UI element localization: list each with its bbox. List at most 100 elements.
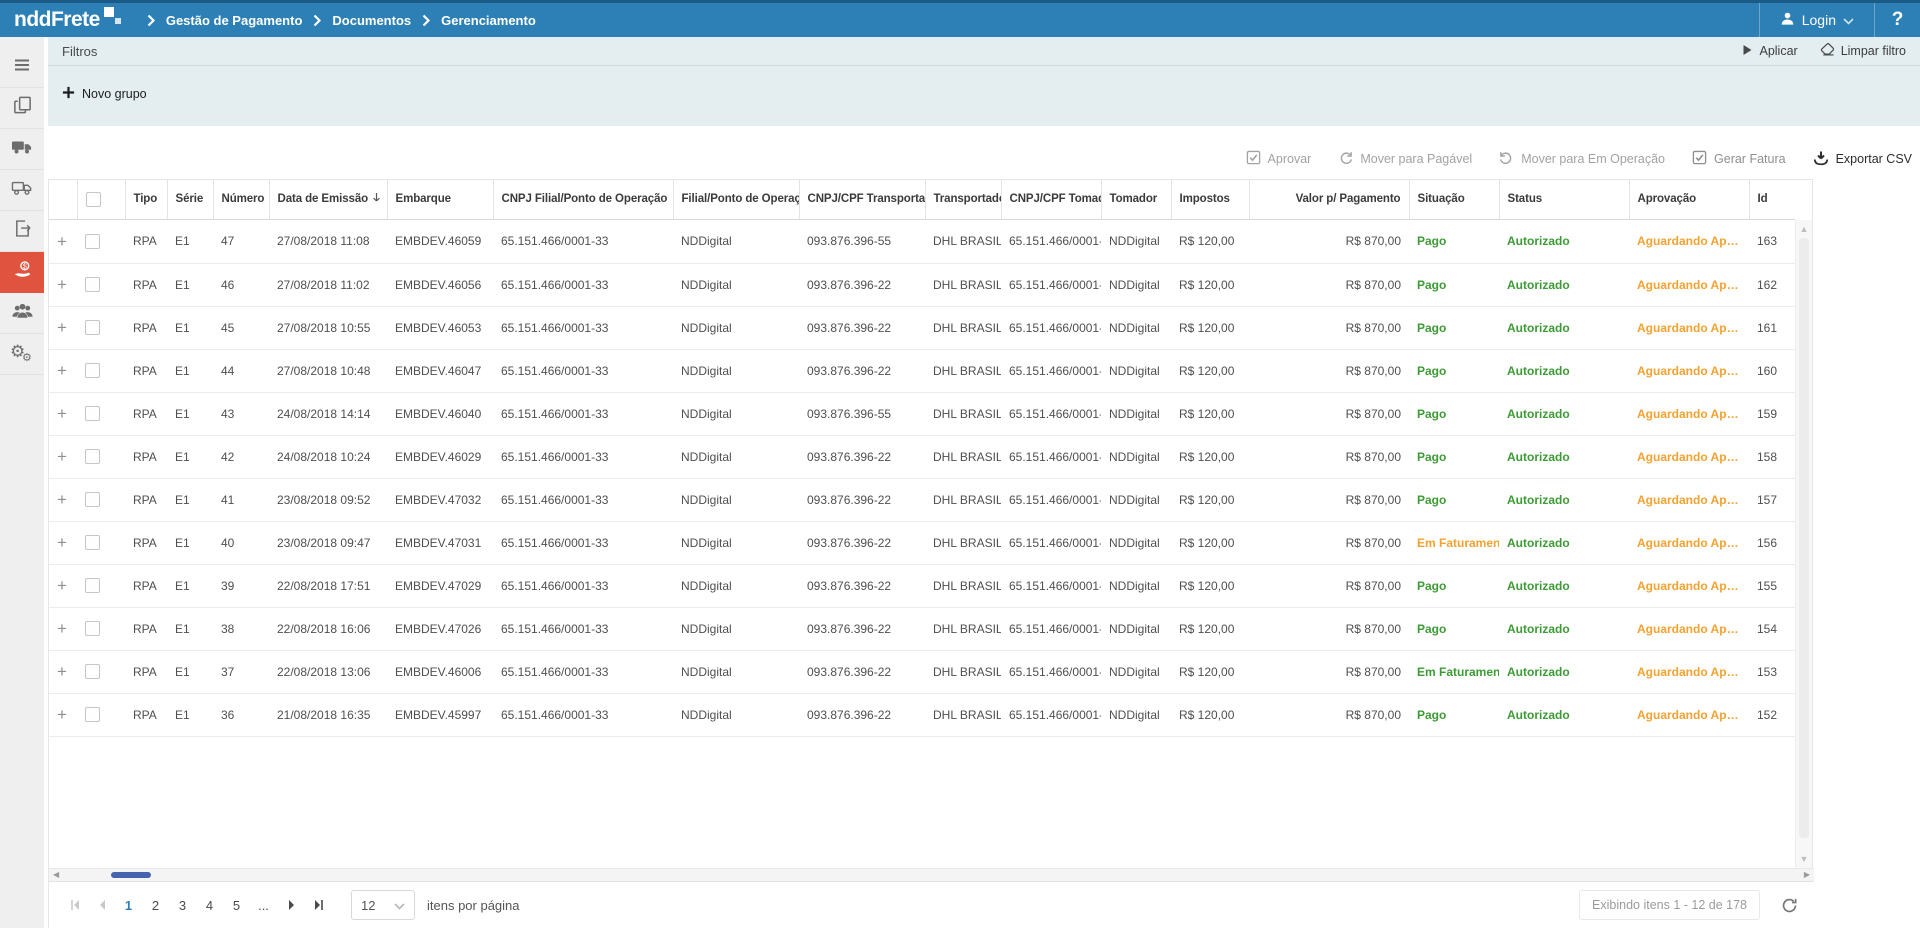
last-page-button[interactable] <box>304 892 331 919</box>
select-all-checkbox[interactable] <box>86 192 101 207</box>
page-button-1[interactable]: 1 <box>115 892 142 919</box>
expand-row-icon[interactable]: + <box>57 447 67 466</box>
sidebar-item-settings[interactable]: ⚙⚙ <box>0 334 44 375</box>
page-button-4[interactable]: 4 <box>196 892 223 919</box>
login-menu[interactable]: Login <box>1759 3 1874 37</box>
column-header-impostos[interactable]: Impostos <box>1171 180 1249 220</box>
table-row[interactable]: + RPA E1 43 24/08/2018 14:14 EMBDEV.4604… <box>49 392 1795 435</box>
column-header-valor-pagamento[interactable]: Valor p/ Pagamento <box>1249 180 1409 220</box>
table-row[interactable]: + RPA E1 37 22/08/2018 13:06 EMBDEV.4600… <box>49 650 1795 693</box>
row-checkbox[interactable] <box>85 578 100 593</box>
sidebar-item-truck-outline[interactable] <box>0 170 44 211</box>
breadcrumb-item-gestao[interactable]: Gestão de Pagamento <box>166 13 303 28</box>
row-checkbox[interactable] <box>85 449 100 464</box>
cell-filial: NDDigital <box>673 478 799 521</box>
cell-data-emissao: 27/08/2018 10:48 <box>269 349 387 392</box>
row-checkbox[interactable] <box>85 363 100 378</box>
column-header-aprovacao[interactable]: Aprovação <box>1629 180 1749 220</box>
page-button-3[interactable]: 3 <box>169 892 196 919</box>
expand-row-icon[interactable]: + <box>57 232 67 251</box>
table-row[interactable]: + RPA E1 38 22/08/2018 16:06 EMBDEV.4702… <box>49 607 1795 650</box>
expand-row-icon[interactable]: + <box>57 576 67 595</box>
table-row[interactable]: + RPA E1 36 21/08/2018 16:35 EMBDEV.4599… <box>49 693 1795 736</box>
help-button[interactable]: ? <box>1874 3 1920 37</box>
expand-row-icon[interactable]: + <box>57 705 67 724</box>
row-checkbox[interactable] <box>85 707 100 722</box>
previous-page-button[interactable] <box>88 892 115 919</box>
table-row[interactable]: + RPA E1 45 27/08/2018 10:55 EMBDEV.4605… <box>49 306 1795 349</box>
export-csv-button[interactable]: Exportar CSV <box>1813 150 1912 169</box>
sidebar-item-users[interactable] <box>0 293 44 334</box>
next-page-button[interactable] <box>277 892 304 919</box>
scroll-up-icon[interactable]: ▲ <box>1796 224 1812 234</box>
vertical-scroll-thumb[interactable] <box>1799 238 1809 838</box>
column-header-serie[interactable]: Série <box>167 180 213 220</box>
column-header-cnpj-transportador[interactable]: CNPJ/CPF Transportador <box>799 180 925 220</box>
page-ellipsis[interactable]: ... <box>250 892 277 919</box>
move-to-operation-button[interactable]: Mover para Em Operação <box>1499 150 1665 168</box>
expand-row-icon[interactable]: + <box>57 490 67 509</box>
table-row[interactable]: + RPA E1 47 27/08/2018 11:08 EMBDEV.4605… <box>49 220 1795 263</box>
generate-invoice-button[interactable]: Gerar Fatura <box>1692 150 1786 168</box>
refresh-button[interactable] <box>1776 892 1802 918</box>
table-row[interactable]: + RPA E1 39 22/08/2018 17:51 EMBDEV.4702… <box>49 564 1795 607</box>
expand-row-icon[interactable]: + <box>57 361 67 380</box>
table-row[interactable]: + RPA E1 41 23/08/2018 09:52 EMBDEV.4703… <box>49 478 1795 521</box>
first-page-button[interactable] <box>61 892 88 919</box>
cell-valor-pagamento: R$ 870,00 <box>1249 478 1409 521</box>
sidebar-item-menu[interactable] <box>0 47 44 88</box>
apply-filter-button[interactable]: Aplicar <box>1742 43 1797 59</box>
expand-row-icon[interactable]: + <box>57 318 67 337</box>
table-row[interactable]: + RPA E1 44 27/08/2018 10:48 EMBDEV.4604… <box>49 349 1795 392</box>
column-header-data-emissao[interactable]: Data de Emissão <box>269 180 387 220</box>
page-button-2[interactable]: 2 <box>142 892 169 919</box>
new-group-button[interactable]: Novo grupo <box>62 86 147 102</box>
sidebar-item-documents[interactable] <box>0 88 44 129</box>
horizontal-scrollbar[interactable]: ◀ ▶ <box>49 868 1814 881</box>
row-checkbox[interactable] <box>85 535 100 550</box>
vertical-scrollbar[interactable]: ▲ ▼ <box>1795 220 1812 868</box>
row-checkbox[interactable] <box>85 234 100 249</box>
row-checkbox[interactable] <box>85 492 100 507</box>
scroll-left-icon[interactable]: ◀ <box>53 870 59 879</box>
table-row[interactable]: + RPA E1 46 27/08/2018 11:02 EMBDEV.4605… <box>49 263 1795 306</box>
expand-row-icon[interactable]: + <box>57 619 67 638</box>
expand-row-icon[interactable]: + <box>57 533 67 552</box>
breadcrumb-item-documentos[interactable]: Documentos <box>332 13 411 28</box>
app-logo[interactable]: nddFrete <box>14 7 121 33</box>
horizontal-scroll-thumb[interactable] <box>111 872 151 878</box>
column-header-embarque[interactable]: Embarque <box>387 180 493 220</box>
scroll-right-icon[interactable]: ▶ <box>1804 870 1810 879</box>
sidebar-item-truck[interactable] <box>0 129 44 170</box>
pager: 1 2 3 4 5 ... 12 itens por página Exibin… <box>49 881 1814 928</box>
clear-filter-button[interactable]: Limpar filtro <box>1820 43 1906 59</box>
approve-button[interactable]: Aprovar <box>1246 150 1312 168</box>
breadcrumb-item-gerenciamento[interactable]: Gerenciamento <box>441 13 536 28</box>
row-checkbox[interactable] <box>85 277 100 292</box>
sidebar-item-document-export[interactable] <box>0 211 44 252</box>
table-row[interactable]: + RPA E1 42 24/08/2018 10:24 EMBDEV.4602… <box>49 435 1795 478</box>
page-size-select[interactable]: 12 <box>351 890 415 920</box>
column-header-cnpj-filial[interactable]: CNPJ Filial/Ponto de Operação <box>493 180 673 220</box>
row-checkbox[interactable] <box>85 664 100 679</box>
table-row[interactable]: + RPA E1 40 23/08/2018 09:47 EMBDEV.4703… <box>49 521 1795 564</box>
expand-row-icon[interactable]: + <box>57 662 67 681</box>
row-checkbox[interactable] <box>85 320 100 335</box>
column-header-id[interactable]: Id <box>1749 180 1795 220</box>
column-header-status[interactable]: Status <box>1499 180 1629 220</box>
sidebar-item-payment[interactable]: $ <box>0 252 44 293</box>
column-header-tomador[interactable]: Tomador <box>1101 180 1171 220</box>
expand-row-icon[interactable]: + <box>57 404 67 423</box>
column-header-transportador[interactable]: Transportador <box>925 180 1001 220</box>
scroll-down-icon[interactable]: ▼ <box>1796 854 1812 864</box>
expand-row-icon[interactable]: + <box>57 275 67 294</box>
column-header-filial[interactable]: Filial/Ponto de Operação <box>673 180 799 220</box>
row-checkbox[interactable] <box>85 621 100 636</box>
page-button-5[interactable]: 5 <box>223 892 250 919</box>
move-to-payable-button[interactable]: Mover para Pagável <box>1338 150 1472 168</box>
column-header-situacao[interactable]: Situação <box>1409 180 1499 220</box>
row-checkbox[interactable] <box>85 406 100 421</box>
column-header-tipo[interactable]: Tipo <box>125 180 167 220</box>
column-header-cnpj-tomador[interactable]: CNPJ/CPF Tomador <box>1001 180 1101 220</box>
column-header-numero[interactable]: Número <box>213 180 269 220</box>
